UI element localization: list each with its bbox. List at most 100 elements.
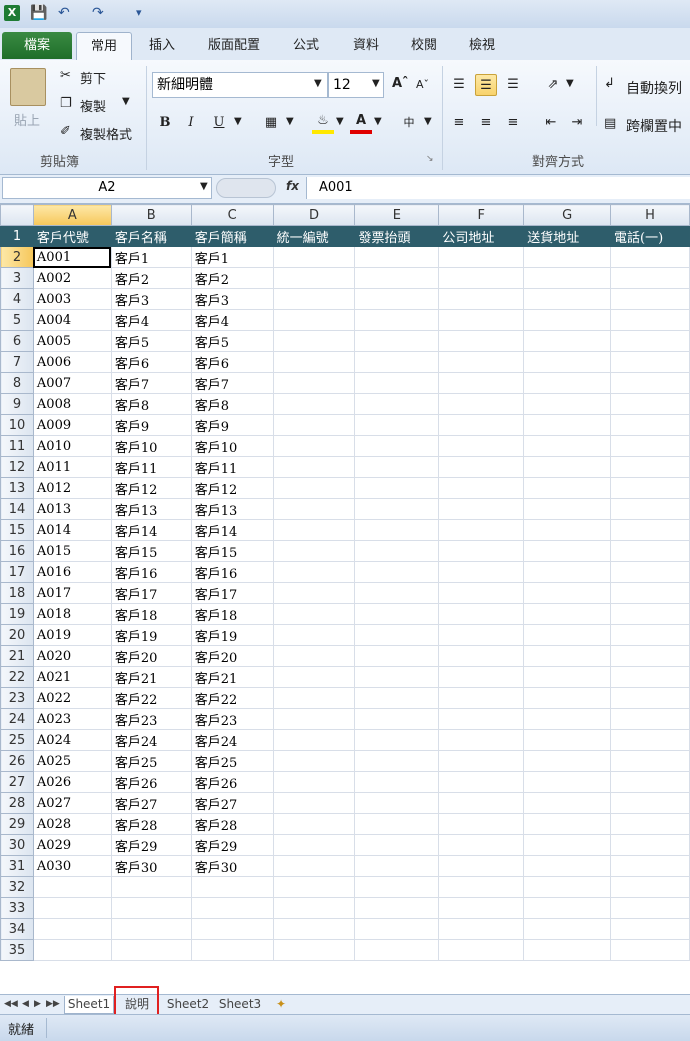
cell[interactable] (354, 666, 440, 688)
cell[interactable] (438, 267, 525, 289)
cell[interactable] (438, 477, 525, 499)
cell[interactable] (610, 330, 690, 352)
cell[interactable] (438, 624, 525, 646)
cell[interactable] (438, 498, 525, 520)
cell[interactable] (272, 246, 356, 268)
column-header-e[interactable]: E (354, 204, 440, 226)
cell[interactable] (272, 771, 356, 793)
align-center-icon[interactable]: ≡ (475, 112, 497, 134)
save-icon[interactable]: 💾 (30, 5, 47, 21)
cell[interactable]: A012 (32, 477, 112, 499)
cell[interactable] (272, 813, 356, 835)
cell[interactable]: A020 (32, 645, 112, 667)
cell[interactable] (272, 288, 356, 310)
cell[interactable] (272, 267, 356, 289)
cell[interactable] (272, 708, 356, 730)
font-size-dropdown-icon[interactable]: ▼ (372, 78, 380, 89)
cell[interactable] (438, 792, 525, 814)
cell[interactable] (272, 834, 356, 856)
cell[interactable] (523, 708, 612, 730)
cell[interactable] (354, 372, 440, 394)
header-cell[interactable]: 發票抬頭 (354, 225, 440, 247)
insert-sheet-icon[interactable]: ✦ (276, 996, 286, 1013)
cell[interactable]: 客戶1 (190, 246, 274, 268)
format-painter-icon[interactable]: ✐ (60, 124, 71, 139)
cell[interactable] (610, 477, 690, 499)
cell[interactable]: A015 (32, 540, 112, 562)
cell[interactable] (354, 771, 440, 793)
cell[interactable] (610, 771, 690, 793)
cell[interactable] (272, 876, 356, 898)
sheet-tab-sheet2[interactable]: Sheet2 (166, 996, 210, 1013)
row-header[interactable]: 20 (0, 624, 34, 646)
header-cell[interactable]: 客戶名稱 (110, 225, 192, 247)
cell[interactable] (354, 708, 440, 730)
cell[interactable]: 客戶24 (190, 729, 274, 751)
cell[interactable] (610, 267, 690, 289)
cell[interactable]: A024 (32, 729, 112, 751)
cell[interactable] (523, 393, 612, 415)
cell[interactable] (523, 624, 612, 646)
cell[interactable] (610, 687, 690, 709)
cell[interactable] (523, 918, 612, 940)
cell[interactable]: A010 (32, 435, 112, 457)
cell[interactable] (438, 645, 525, 667)
cell[interactable] (32, 897, 112, 919)
column-header-f[interactable]: F (438, 204, 525, 226)
column-header-c[interactable]: C (190, 204, 274, 226)
cell[interactable]: 客戶7 (190, 372, 274, 394)
cell[interactable] (354, 561, 440, 583)
cell[interactable] (272, 519, 356, 541)
cell[interactable] (523, 288, 612, 310)
cell[interactable] (523, 267, 612, 289)
align-top-icon[interactable]: ☰ (448, 74, 470, 96)
cell[interactable] (523, 309, 612, 331)
cell[interactable] (523, 897, 612, 919)
cell[interactable] (523, 519, 612, 541)
column-header-b[interactable]: B (110, 204, 192, 226)
cell[interactable]: 客戶7 (110, 372, 192, 394)
cell[interactable] (438, 435, 525, 457)
cell[interactable] (110, 939, 192, 961)
cell[interactable] (354, 918, 440, 940)
cell[interactable]: A016 (32, 561, 112, 583)
cell[interactable]: A011 (32, 456, 112, 478)
tab-file[interactable]: 檔案 (2, 32, 72, 59)
cell[interactable] (272, 561, 356, 583)
font-color-dropdown-icon[interactable]: ▼ (374, 116, 382, 127)
cell[interactable] (610, 876, 690, 898)
cell[interactable]: 客戶11 (110, 456, 192, 478)
cell[interactable] (610, 855, 690, 877)
cell[interactable] (523, 834, 612, 856)
row-header[interactable]: 35 (0, 939, 34, 961)
cell[interactable] (354, 246, 440, 268)
cell[interactable] (354, 750, 440, 772)
cell[interactable] (523, 351, 612, 373)
cell[interactable]: A025 (32, 750, 112, 772)
cell[interactable] (438, 771, 525, 793)
cell[interactable] (523, 750, 612, 772)
cell[interactable] (438, 309, 525, 331)
copy-button[interactable]: 複製 (80, 96, 106, 115)
cell[interactable] (610, 729, 690, 751)
cell[interactable]: 客戶30 (190, 855, 274, 877)
cell[interactable] (523, 771, 612, 793)
cell[interactable]: A002 (32, 267, 112, 289)
cell[interactable] (32, 939, 112, 961)
row-header[interactable]: 31 (0, 855, 34, 877)
cell[interactable]: A023 (32, 708, 112, 730)
cell[interactable] (438, 687, 525, 709)
cell[interactable] (523, 645, 612, 667)
row-header[interactable]: 8 (0, 372, 34, 394)
row-header[interactable]: 34 (0, 918, 34, 940)
cut-icon[interactable]: ✂ (60, 68, 71, 83)
cell[interactable] (610, 918, 690, 940)
cell[interactable]: 客戶26 (110, 771, 192, 793)
shrink-font-icon[interactable]: Aˇ (416, 78, 429, 91)
cell[interactable] (354, 855, 440, 877)
cell[interactable] (610, 666, 690, 688)
borders-icon[interactable]: ▦ (260, 112, 282, 134)
cell[interactable] (523, 729, 612, 751)
cell[interactable]: 客戶6 (190, 351, 274, 373)
cell[interactable] (354, 267, 440, 289)
